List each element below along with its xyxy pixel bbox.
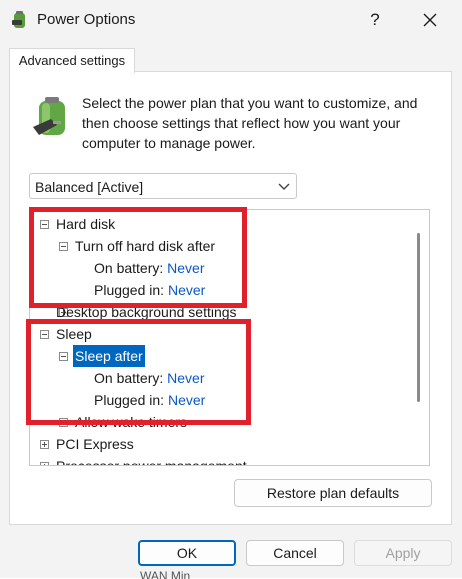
restore-plan-defaults-button[interactable]: Restore plan defaults bbox=[234, 479, 432, 507]
window-title: Power Options bbox=[37, 11, 136, 28]
tree-scrollbar[interactable] bbox=[417, 233, 420, 402]
title-bar: Power Options ? bbox=[0, 0, 462, 40]
expand-icon[interactable] bbox=[40, 462, 49, 465]
help-button[interactable]: ? bbox=[360, 5, 390, 35]
cancel-button[interactable]: Cancel bbox=[246, 540, 344, 566]
chevron-down-icon bbox=[278, 183, 290, 190]
ok-button[interactable]: OK bbox=[138, 540, 236, 566]
close-icon bbox=[423, 13, 437, 27]
close-button[interactable] bbox=[415, 5, 445, 35]
power-plan-icon bbox=[33, 97, 65, 135]
expand-icon[interactable] bbox=[40, 440, 49, 449]
tab-advanced-settings[interactable]: Advanced settings bbox=[9, 48, 135, 73]
battery-plug-icon bbox=[12, 11, 25, 28]
plan-select[interactable]: Balanced [Active] bbox=[29, 173, 297, 199]
plan-description: Select the power plan that you want to c… bbox=[82, 95, 418, 151]
annotation-box-sleep bbox=[26, 319, 251, 425]
apply-button: Apply bbox=[354, 540, 452, 566]
annotation-box-hard-disk bbox=[29, 207, 247, 308]
plan-select-value: Balanced [Active] bbox=[35, 179, 144, 195]
